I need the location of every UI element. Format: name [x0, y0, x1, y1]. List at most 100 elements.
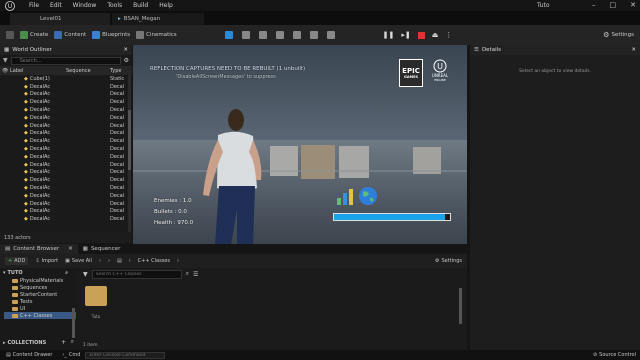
outliner-row[interactable]: ◆ DecalAc Decal [0, 145, 132, 153]
outliner-row[interactable]: ◆ DecalAc Decal [0, 153, 132, 161]
tree-folder[interactable]: Sequences [12, 284, 76, 291]
stop-icon[interactable] [417, 31, 425, 39]
actor-type: Decal [110, 192, 125, 199]
outliner-row[interactable]: ◆ DecalAc Decal [0, 91, 132, 99]
column-sequence[interactable]: Sequence [66, 68, 110, 74]
outliner-row[interactable]: ◆ DecalAc Decal [0, 208, 132, 216]
add-collection-icon[interactable]: + [61, 339, 66, 346]
outliner-row[interactable]: ◆ DecalAc Decal [0, 176, 132, 184]
maximize-icon[interactable]: □ [610, 1, 617, 9]
landscape-icon[interactable] [241, 31, 250, 39]
pause-icon[interactable]: ❚❚ [383, 31, 395, 39]
settings-gear-icon[interactable]: ⚙ [124, 57, 129, 64]
back-arrow-icon[interactable]: ‹ [99, 258, 101, 264]
menu-build[interactable]: Build [133, 2, 148, 9]
geometry-icon[interactable] [309, 31, 318, 39]
menu-tools[interactable]: Tools [107, 2, 122, 9]
outliner-row[interactable]: ◆ DecalAc Decal [0, 161, 132, 169]
select-mode-icon[interactable] [224, 31, 233, 39]
tab-content-browser[interactable]: ▤ Content Browser ✕ [0, 244, 78, 254]
brush-icon[interactable] [292, 31, 301, 39]
forward-arrow-icon[interactable]: › [108, 258, 110, 264]
tab-level01[interactable]: Level01 [10, 13, 110, 25]
tree-folder[interactable]: UI [12, 305, 76, 312]
menu-file[interactable]: File [29, 2, 39, 9]
tab-bsan-megan[interactable]: ▸ BSAN_Megan [112, 13, 204, 25]
add-button[interactable]: + ADD [5, 257, 29, 265]
content-button[interactable]: Content [54, 31, 86, 39]
search-icon[interactable]: ⌕ [65, 270, 68, 276]
close-icon[interactable]: ✕ [630, 1, 636, 9]
filter-icon[interactable]: ▼ [3, 57, 8, 64]
game-viewport[interactable]: REFLECTION CAPTURES NEED TO BE REBUILT (… [133, 45, 467, 244]
outliner-search-input[interactable] [10, 56, 121, 65]
tree-folder[interactable]: StarterContent [12, 291, 76, 298]
settings-button[interactable]: ⚙ Settings [603, 31, 634, 39]
asset-search-input[interactable] [91, 269, 182, 279]
tree-folder[interactable]: PhysicalMaterials [12, 277, 76, 284]
cmd-button[interactable]: ›_ Cmd [62, 352, 80, 358]
column-label[interactable]: Label [10, 68, 66, 74]
menu-edit[interactable]: Edit [50, 2, 62, 9]
filter-icon[interactable]: ▼ [83, 271, 88, 278]
outliner-row[interactable]: ◆ DecalAc Decal [0, 137, 132, 145]
outliner-row[interactable]: ◆ DecalAc Decal [0, 215, 132, 223]
tab-sequencer[interactable]: ▦ Sequencer [78, 246, 126, 252]
breadcrumb-cpp-classes[interactable]: C++ Classes [138, 258, 170, 264]
outliner-row[interactable]: ◆ DecalAc Decal [0, 130, 132, 138]
close-tab-icon[interactable]: ✕ [631, 47, 636, 53]
tree-folder[interactable]: Tests [12, 298, 76, 305]
search-icon[interactable]: ⌕ [71, 338, 74, 346]
tree-root[interactable]: ▾ TUTO ⌕ [0, 268, 76, 277]
outliner-row[interactable]: ◆ DecalAc Decal [0, 122, 132, 130]
import-button[interactable]: ⇩ Import [35, 258, 58, 264]
tree-folder[interactable]: C++ Classes [4, 312, 76, 319]
plus-icon: + [8, 258, 13, 264]
source-control-icon: ⊘ [592, 352, 598, 358]
console-command-input[interactable] [85, 351, 166, 359]
menu-help[interactable]: Help [159, 2, 173, 9]
mesh-paint-icon[interactable] [275, 31, 284, 39]
more-options-icon[interactable]: ⋮ [445, 31, 452, 39]
asset-tile[interactable]: Tuto [85, 286, 107, 319]
world-outliner-panel: ▦ World Outliner ✕ ▼ ⚙ 👁 Label Sequence … [0, 45, 132, 243]
unreal-logo-icon[interactable]: U [4, 0, 15, 11]
outliner-row[interactable]: ◆ DecalAc Decal [0, 169, 132, 177]
minimize-icon[interactable]: – [592, 1, 596, 9]
outliner-row[interactable]: ◆ DecalAc Decal [0, 106, 132, 114]
outliner-row[interactable]: ◆ DecalAc Decal [0, 98, 132, 106]
outliner-row[interactable]: ◆ Cube(1) Static [0, 75, 132, 83]
menu-window[interactable]: Window [73, 2, 97, 9]
outliner-row[interactable]: ◆ DecalAc Decal [0, 192, 132, 200]
outliner-row[interactable]: ◆ DecalAc Decal [0, 184, 132, 192]
outliner-row[interactable]: ◆ DecalAc Decal [0, 200, 132, 208]
outliner-scrollbar[interactable] [128, 75, 131, 235]
save-button[interactable] [6, 31, 14, 39]
outliner-row[interactable]: ◆ DecalAc Decal [0, 114, 132, 122]
collections-section[interactable]: ▸ COLLECTIONS [0, 340, 46, 346]
column-type[interactable]: Type [110, 68, 121, 74]
content-drawer-button[interactable]: ▤ Content Drawer [6, 352, 52, 358]
decal-actor-icon: ◆ [24, 114, 28, 121]
actor-type: Decal [110, 83, 125, 90]
create-button[interactable]: Create [20, 31, 48, 39]
decal-actor-icon: ◆ [24, 75, 28, 82]
step-icon[interactable]: ▸❚ [401, 31, 410, 39]
actor-type: Decal [110, 185, 125, 192]
outliner-row[interactable]: ◆ DecalAc Decal [0, 83, 132, 91]
decal-actor-icon: ◆ [24, 99, 28, 106]
blueprints-button[interactable]: Blueprints [92, 31, 130, 39]
save-all-button[interactable]: ▣ Save All [65, 258, 92, 264]
asset-scrollbar[interactable] [459, 288, 462, 324]
tree-scrollbar[interactable] [72, 308, 75, 338]
source-control-button[interactable]: ⊘ Source Control [593, 352, 636, 358]
close-tab-icon[interactable]: ✕ [68, 246, 73, 252]
actor-type: Static [110, 75, 125, 82]
close-tab-icon[interactable]: ✕ [123, 47, 128, 53]
foliage-icon[interactable] [258, 31, 267, 39]
cinematics-button[interactable]: Cinematics [136, 31, 177, 39]
filter-list-icon[interactable]: ☰ [193, 271, 198, 278]
cb-settings-button[interactable]: ⚙ Settings [435, 258, 462, 264]
fracture-icon[interactable] [326, 31, 335, 39]
eject-icon[interactable]: ⏏ [432, 31, 439, 39]
